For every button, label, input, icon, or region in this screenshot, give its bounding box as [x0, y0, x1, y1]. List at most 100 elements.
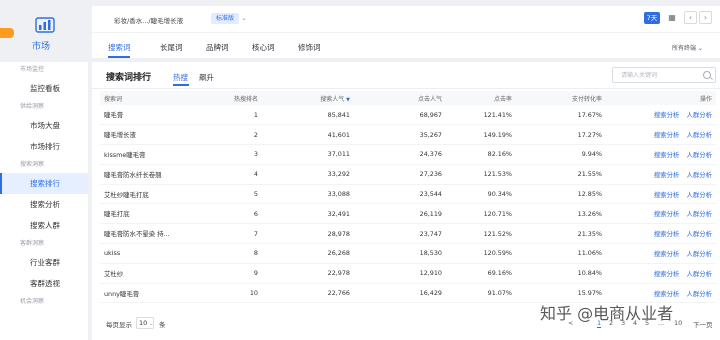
crowd-analysis-link[interactable]: 人群分析 [686, 290, 712, 298]
cell-search-word[interactable]: 睫毛打底 [100, 203, 198, 225]
cell-actions: 搜索分析 人群分析 [602, 184, 716, 205]
cell-search-word[interactable]: ukiss [100, 243, 198, 264]
column-header-click-popularity[interactable]: 点击人气 [350, 91, 442, 105]
sidebar: 市场监控 监控看板 供给洞察 市场大盘 市场排行 搜索洞察 搜索排行 搜索分析 … [0, 62, 88, 340]
subtab-hot-search[interactable]: 热搜 [173, 72, 188, 83]
cell-click-popularity: 26,119 [350, 203, 442, 225]
cell-payment-conversion: 9.94% [512, 144, 602, 165]
crowd-analysis-link[interactable]: 人群分析 [686, 210, 712, 218]
search-analysis-link[interactable]: 搜索分析 [654, 290, 680, 298]
cell-actions: 搜索分析 人群分析 [602, 203, 716, 225]
page-size-select[interactable]: 10 ⌄ [136, 317, 154, 329]
sidebar-item-search-ranking[interactable]: 搜索排行 [0, 173, 88, 194]
tab-brand-words[interactable]: 品牌词 [206, 42, 229, 53]
cell-actions: 搜索分析 人群分析 [602, 243, 716, 264]
cell-click-rate: 90.34% [442, 184, 512, 205]
cell-search-word[interactable]: kissme睫毛膏 [100, 144, 198, 165]
market-label[interactable]: 市场 [32, 39, 50, 52]
cell-search-word[interactable]: 睫毛膏防水纤长卷翘 [100, 164, 198, 185]
search-analysis-link[interactable]: 搜索分析 [654, 230, 680, 238]
cell-hot-rank: 5 [198, 184, 258, 205]
sidebar-item-industry-customers[interactable]: 行业客群 [0, 252, 88, 273]
search-analysis-link[interactable]: 搜索分析 [654, 250, 680, 258]
standard-version-badge: 标准版 [211, 13, 240, 24]
sidebar-item-market-ranking[interactable]: 市场排行 [0, 136, 88, 157]
table-row: 睫毛打底 6 32,491 26,119 120.71% 13.26% 搜索分析 人群分析 [100, 203, 716, 225]
crowd-analysis-link[interactable]: 人群分析 [686, 171, 712, 179]
search-analysis-link[interactable]: 搜索分析 [654, 191, 680, 199]
table-row: ukiss 8 26,268 18,530 120.59% 11.06% 搜索分析 人群分析 [100, 243, 716, 264]
next-period-button[interactable]: › [699, 11, 712, 24]
column-header-click-rate[interactable]: 点击率 [442, 91, 512, 105]
sort-descending-icon[interactable]: ▼ [346, 97, 350, 103]
sidebar-group-opportunity-insight: 机会洞察 [20, 298, 45, 305]
cell-click-popularity: 12,910 [350, 263, 442, 284]
crowd-analysis-link[interactable]: 人群分析 [686, 230, 712, 238]
category-breadcrumb[interactable]: 彩妆/香水.../睫毛增长液 [114, 15, 183, 25]
crowd-analysis-link[interactable]: 人群分析 [686, 270, 712, 278]
sidebar-item-market-overview[interactable]: 市场大盘 [0, 115, 88, 136]
cell-search-word[interactable]: unny睫毛膏 [100, 283, 198, 304]
cell-hot-rank: 1 [198, 105, 258, 126]
page-10-button[interactable]: 10 [674, 319, 682, 327]
table-row: 睫毛增长液 2 41,601 35,267 149.19% 17.27% 搜索分析 人群分析 [100, 124, 716, 146]
sidebar-item-monitor-dashboard[interactable]: 监控看板 [0, 78, 88, 99]
tab-modifier-words[interactable]: 修饰词 [298, 42, 321, 53]
column-header-hot-rank[interactable]: 热搜排名 [198, 91, 258, 105]
search-analysis-link[interactable]: 搜索分析 [654, 270, 680, 278]
cell-hot-rank: 10 [198, 283, 258, 304]
cell-search-popularity: 37,011 [258, 144, 350, 165]
tab-long-tail-words[interactable]: 长尾词 [160, 42, 183, 53]
terminal-filter-dropdown[interactable]: 所有终端 ⌄ [672, 43, 703, 52]
search-analysis-link[interactable]: 搜索分析 [654, 111, 680, 119]
sidebar-item-customer-perspective[interactable]: 客群透视 [0, 273, 88, 294]
search-analysis-link[interactable]: 搜索分析 [654, 210, 680, 218]
cell-search-word[interactable]: 睫毛膏防水不晕染 持... [100, 223, 198, 245]
table-row: 艾杜纱 9 22,978 12,910 69.16% 10.84% 搜索分析 人群分析 [100, 263, 716, 284]
sidebar-item-search-analysis[interactable]: 搜索分析 [0, 194, 88, 215]
period-7d-button[interactable]: 7天 [644, 12, 660, 24]
chevron-down-icon[interactable]: ⌄ [241, 14, 247, 22]
search-ranking-table: 搜索词 热搜排名 搜索人气 ▼ 点击人气 点击率 支付转化率 操作 睫毛膏 1 85… [100, 91, 716, 304]
market-chart-icon[interactable] [34, 16, 56, 36]
cell-actions: 搜索分析 人群分析 [602, 223, 716, 245]
next-page-button[interactable]: 下一页 [693, 319, 713, 329]
cell-search-popularity: 33,292 [258, 164, 350, 185]
chevron-down-icon: ⌄ [149, 321, 154, 327]
cell-click-popularity: 23,747 [350, 223, 442, 245]
search-analysis-link[interactable]: 搜索分析 [654, 131, 680, 139]
keyword-search-box[interactable] [612, 67, 716, 83]
sidebar-group-customer-insight: 客群洞察 [20, 240, 45, 247]
cell-search-word[interactable]: 睫毛增长液 [100, 124, 198, 146]
crowd-analysis-link[interactable]: 人群分析 [686, 111, 712, 119]
cell-payment-conversion: 11.06% [512, 243, 602, 264]
subtab-soaring[interactable]: 飙升 [199, 72, 214, 83]
search-icon[interactable] [703, 71, 711, 79]
keyword-search-input[interactable] [613, 68, 693, 82]
cell-search-popularity: 26,268 [258, 243, 350, 264]
cell-search-word[interactable]: 睫毛膏 [100, 105, 198, 126]
corner-tag [0, 28, 14, 38]
cell-click-rate: 120.71% [442, 203, 512, 225]
cell-click-popularity: 35,267 [350, 124, 442, 146]
crowd-analysis-link[interactable]: 人群分析 [686, 191, 712, 199]
crowd-analysis-link[interactable]: 人群分析 [686, 131, 712, 139]
sidebar-item-search-crowd[interactable]: 搜索人群 [0, 215, 88, 236]
crowd-analysis-link[interactable]: 人群分析 [686, 250, 712, 258]
column-header-search-popularity[interactable]: 搜索人气 ▼ [258, 91, 350, 105]
cell-search-word[interactable]: 艾杜纱睫毛打底 [100, 184, 198, 205]
cell-search-word[interactable]: 艾杜纱 [100, 263, 198, 284]
calendar-icon[interactable]: ▦ [667, 12, 677, 24]
prev-period-button[interactable]: ‹ [684, 11, 697, 24]
cell-payment-conversion: 10.84% [512, 263, 602, 284]
cell-click-popularity: 24,376 [350, 144, 442, 165]
column-header-payment-conversion[interactable]: 支付转化率 [512, 91, 602, 105]
tab-search-words[interactable]: 搜索词 [108, 42, 131, 53]
cell-actions: 搜索分析 人群分析 [602, 124, 716, 146]
cell-click-popularity: 18,530 [350, 243, 442, 264]
tab-core-words[interactable]: 核心词 [252, 42, 275, 53]
cell-actions: 搜索分析 人群分析 [602, 105, 716, 126]
search-analysis-link[interactable]: 搜索分析 [654, 151, 680, 159]
search-analysis-link[interactable]: 搜索分析 [654, 171, 680, 179]
crowd-analysis-link[interactable]: 人群分析 [686, 151, 712, 159]
